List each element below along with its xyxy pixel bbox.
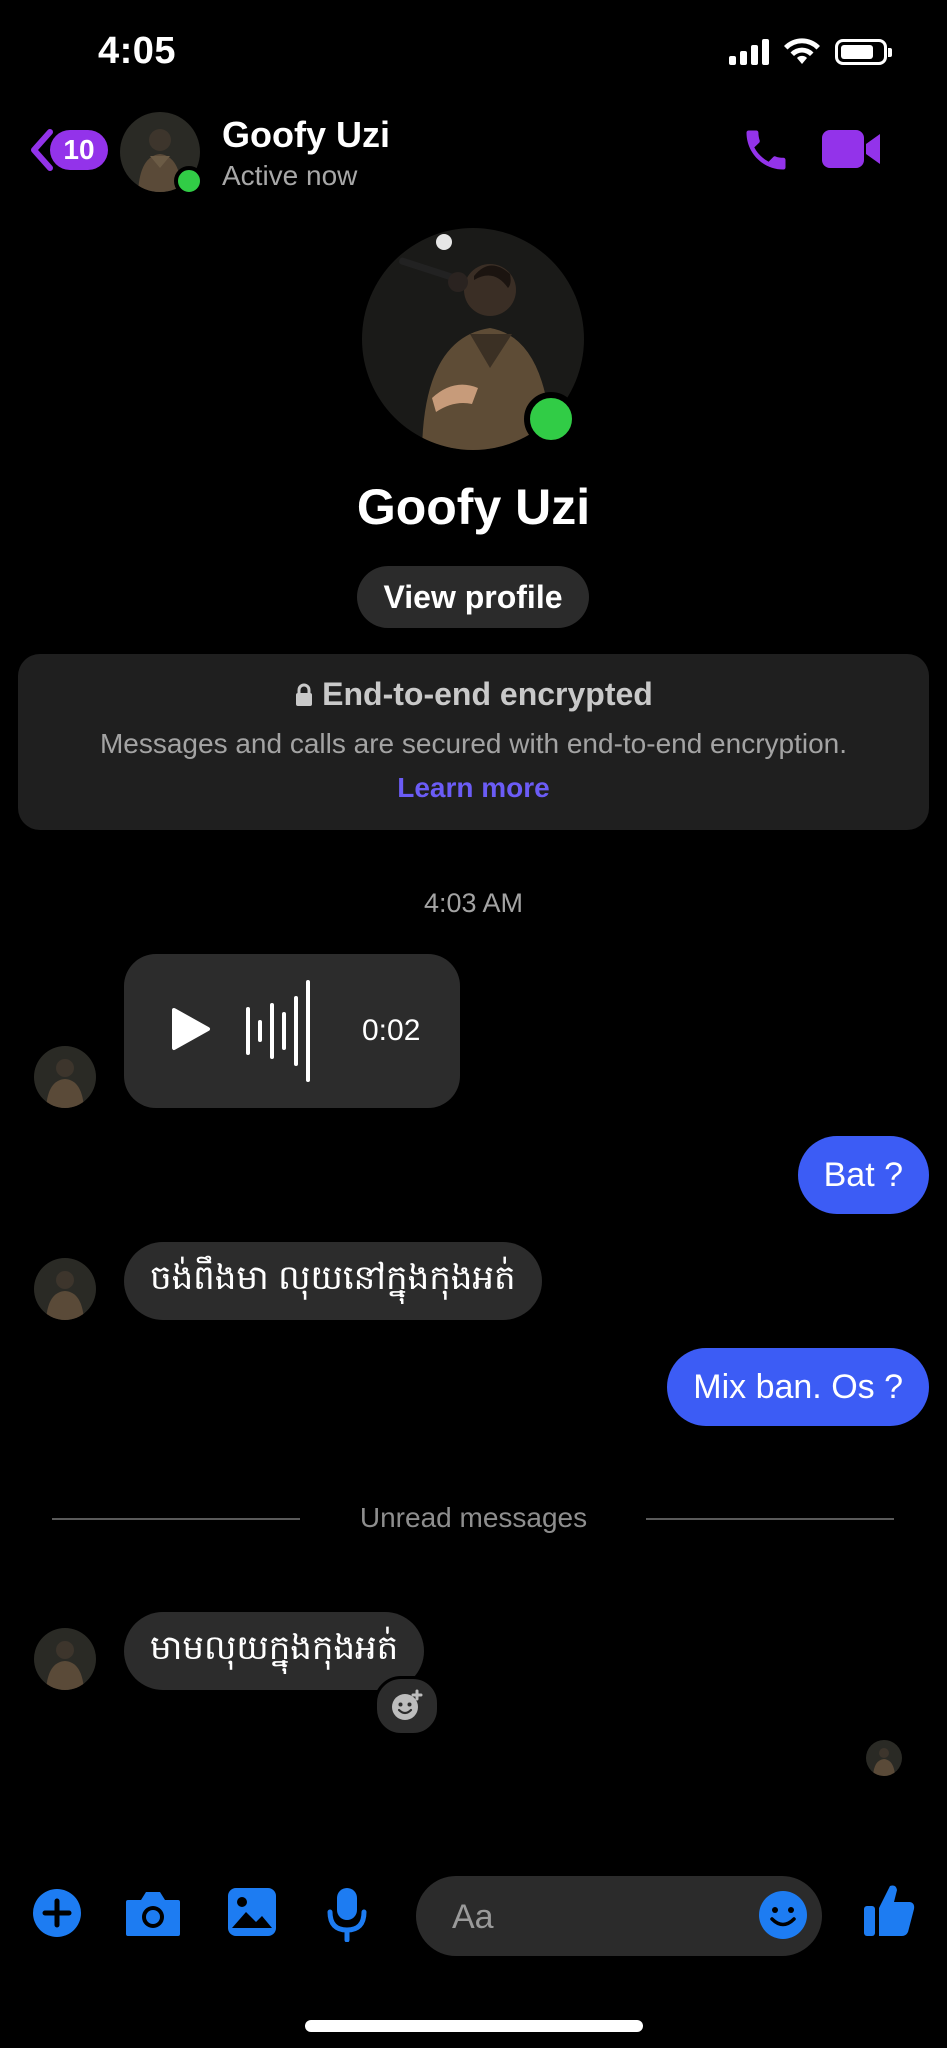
- camera-button[interactable]: [124, 1886, 182, 1945]
- outgoing-message[interactable]: Mix ban. Os ?: [667, 1348, 929, 1426]
- divider-line: [646, 1518, 894, 1520]
- voice-message[interactable]: 0:02: [124, 954, 460, 1108]
- play-button[interactable]: [170, 1006, 212, 1057]
- online-indicator: [174, 166, 204, 196]
- encryption-title-row: End-to-end encrypted: [18, 676, 929, 713]
- lock-icon: [296, 683, 313, 706]
- emoji-icon: [759, 1891, 807, 1939]
- add-reaction-button[interactable]: [374, 1676, 440, 1736]
- message-input[interactable]: [450, 1890, 754, 1944]
- plus-icon: [33, 1889, 81, 1937]
- thumbs-up-icon: [864, 1885, 915, 1936]
- unread-count-badge: 10: [50, 130, 108, 170]
- voice-call-button[interactable]: [740, 124, 792, 181]
- messenger-chat-screen: 4:05 10 Goofy Uzi Active now Goofy Uzi V…: [0, 0, 947, 2048]
- encryption-description: Messages and calls are secured with end-…: [99, 728, 848, 759]
- message-composer[interactable]: [416, 1876, 822, 1956]
- sender-avatar[interactable]: [34, 1628, 96, 1690]
- incoming-message[interactable]: ចង់ពឹងមា លុយនៅក្នុងកុងអត់: [124, 1242, 542, 1320]
- camera-icon: [126, 1892, 180, 1936]
- video-camera-icon: [822, 130, 880, 168]
- active-status: Active now: [222, 160, 358, 191]
- status-time: 4:05: [98, 30, 177, 72]
- microphone-icon: [327, 1888, 367, 1943]
- status-icons: [729, 38, 892, 66]
- encryption-notice: End-to-end encrypted Messages and calls …: [18, 654, 929, 830]
- cellular-signal-icon: [729, 39, 769, 65]
- voice-duration: 0:02: [362, 1014, 421, 1047]
- like-button[interactable]: [862, 1882, 916, 1943]
- image-icon: [228, 1888, 276, 1936]
- profile-name: Goofy Uzi: [356, 479, 591, 535]
- message-timestamp: 4:03 AM: [423, 888, 524, 918]
- voice-record-button[interactable]: [326, 1886, 368, 1947]
- phone-icon: [746, 130, 786, 170]
- view-profile-button[interactable]: View profile: [357, 566, 589, 628]
- back-button[interactable]: 10: [26, 126, 108, 174]
- emoji-button[interactable]: [756, 1888, 810, 1947]
- online-indicator-large: [524, 392, 578, 446]
- add-reaction-icon: [392, 1689, 423, 1720]
- audio-waveform: [246, 980, 310, 1082]
- contact-name[interactable]: Goofy Uzi: [222, 114, 390, 156]
- incoming-message[interactable]: មាមលុយក្នុងកុងអត់: [124, 1612, 425, 1690]
- sender-avatar[interactable]: [34, 1258, 96, 1320]
- home-indicator: [305, 2020, 643, 2032]
- play-icon: [172, 1008, 210, 1050]
- gallery-button[interactable]: [226, 1886, 278, 1943]
- outgoing-message[interactable]: Bat ?: [797, 1136, 929, 1214]
- encryption-title: End-to-end encrypted: [322, 676, 653, 712]
- seen-receipt-avatar: [866, 1740, 902, 1776]
- battery-level: [841, 45, 873, 59]
- more-actions-button[interactable]: [30, 1886, 84, 1945]
- learn-more-link[interactable]: Learn more: [18, 772, 929, 804]
- video-call-button[interactable]: [820, 128, 882, 175]
- sender-avatar[interactable]: [34, 1046, 96, 1108]
- wifi-icon: [784, 38, 820, 64]
- battery-icon: [835, 39, 892, 65]
